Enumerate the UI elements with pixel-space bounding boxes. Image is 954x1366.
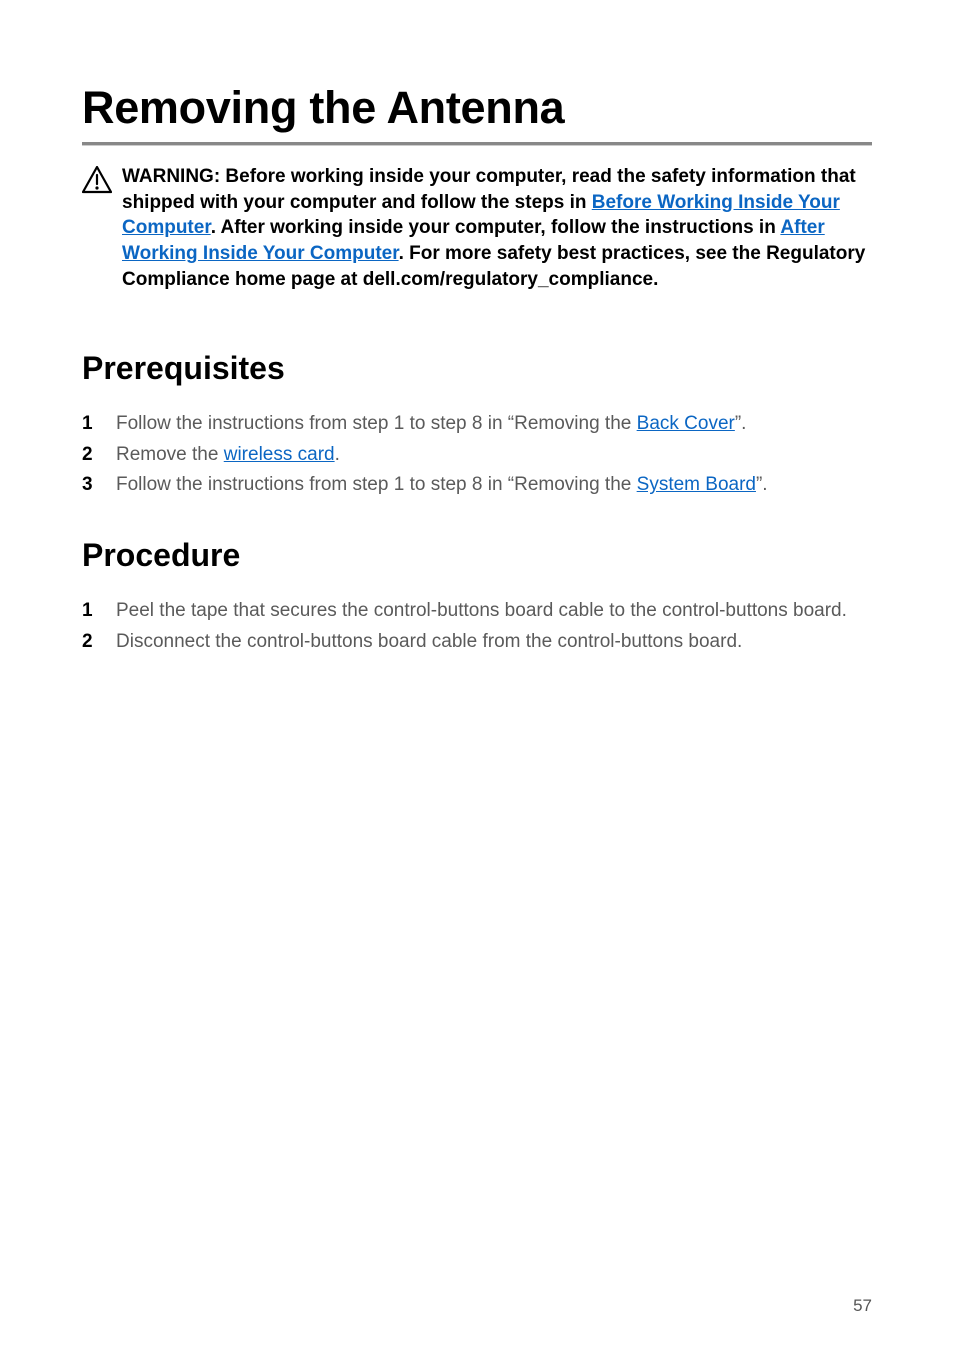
step-body: Disconnect the control-buttons board cab… <box>116 629 872 656</box>
step-number: 1 <box>82 411 116 438</box>
step-text-a: Remove the <box>116 444 224 465</box>
section-procedure-heading: Procedure <box>82 537 872 574</box>
step-text-b: . <box>335 444 340 465</box>
list-item: 1 Follow the instructions from step 1 to… <box>82 411 872 438</box>
step-body: Remove the wireless card. <box>116 442 872 469</box>
step-text-b: ”. <box>735 413 747 434</box>
step-number: 2 <box>82 629 116 656</box>
prerequisites-list: 1 Follow the instructions from step 1 to… <box>82 411 872 499</box>
link-back-cover[interactable]: Back Cover <box>637 413 735 434</box>
section-prerequisites-heading: Prerequisites <box>82 350 872 387</box>
list-item: 2 Disconnect the control-buttons board c… <box>82 629 872 656</box>
link-system-board[interactable]: System Board <box>637 474 756 495</box>
step-body: Follow the instructions from step 1 to s… <box>116 411 872 438</box>
page: Removing the Antenna WARNING: Before wor… <box>0 0 954 1366</box>
link-wireless-card[interactable]: wireless card <box>224 444 335 465</box>
title-rule <box>82 142 872 146</box>
step-text-a: Follow the instructions from step 1 to s… <box>116 413 637 434</box>
step-number: 3 <box>82 472 116 499</box>
step-number: 2 <box>82 442 116 469</box>
list-item: 3 Follow the instructions from step 1 to… <box>82 472 872 499</box>
step-number: 1 <box>82 598 116 625</box>
warning-block: WARNING: Before working inside your comp… <box>82 164 872 292</box>
page-number: 57 <box>853 1296 872 1316</box>
step-text-a: Follow the instructions from step 1 to s… <box>116 474 637 495</box>
warning-icon <box>82 166 122 199</box>
list-item: 1 Peel the tape that secures the control… <box>82 598 872 625</box>
procedure-list: 1 Peel the tape that secures the control… <box>82 598 872 655</box>
step-text-b: ”. <box>756 474 768 495</box>
list-item: 2 Remove the wireless card. <box>82 442 872 469</box>
page-title: Removing the Antenna <box>82 82 872 134</box>
warning-text-part-b: . After working inside your computer, fo… <box>211 217 781 238</box>
warning-text: WARNING: Before working inside your comp… <box>122 164 872 292</box>
step-body: Follow the instructions from step 1 to s… <box>116 472 872 499</box>
step-body: Peel the tape that secures the control-b… <box>116 598 872 625</box>
